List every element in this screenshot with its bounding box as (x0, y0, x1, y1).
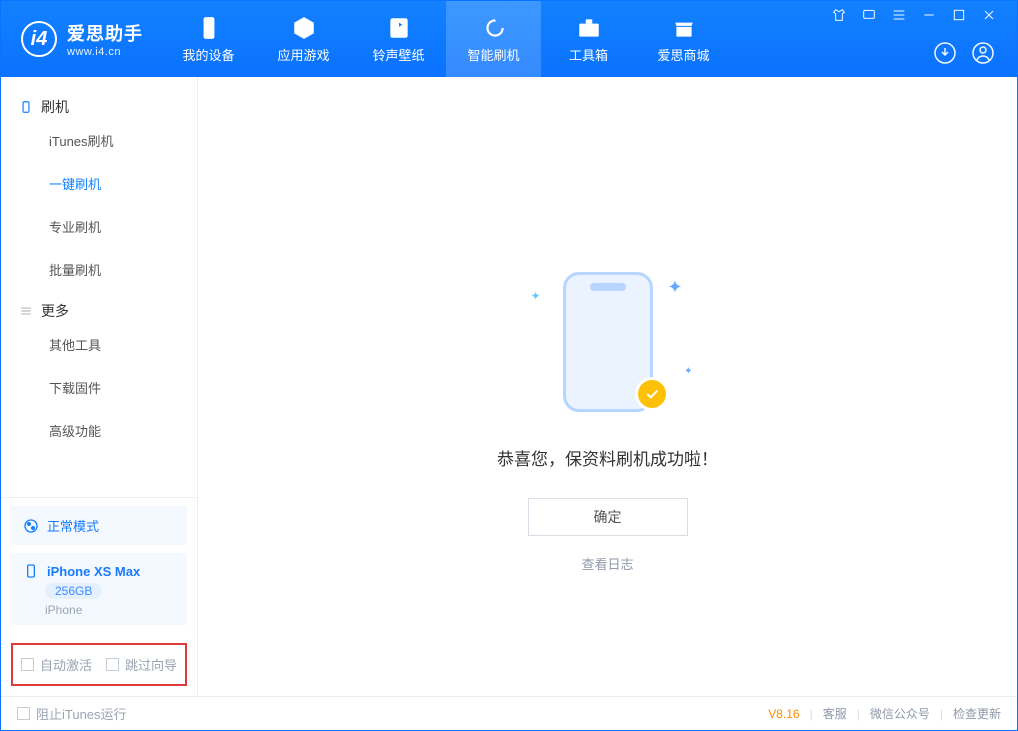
check-badge-icon (635, 377, 669, 411)
tab-flash[interactable]: 智能刷机 (446, 1, 541, 77)
feedback-icon[interactable] (861, 7, 877, 23)
toolbox-icon (576, 15, 602, 41)
maximize-icon[interactable] (951, 7, 967, 23)
sidebar-item-other-tools[interactable]: 其他工具 (1, 323, 197, 366)
body: 刷机 iTunes刷机 一键刷机 专业刷机 批量刷机 更多 其他工具 下载固件 … (1, 77, 1017, 696)
nav-tabs: 我的设备 应用游戏 铃声壁纸 智能刷机 工具箱 爱思商城 (161, 1, 731, 77)
tab-ringtones[interactable]: 铃声壁纸 (351, 1, 446, 77)
footer: 阻止iTunes运行 V8.16 | 客服 | 微信公众号 | 检查更新 (1, 696, 1017, 730)
user-icon[interactable] (971, 41, 995, 65)
minimize-icon[interactable] (921, 7, 937, 23)
sidebar-item-itunes-flash[interactable]: iTunes刷机 (1, 119, 197, 162)
group-title: 刷机 (41, 97, 69, 117)
device-icon (196, 15, 222, 41)
checkbox-label: 自动激活 (40, 655, 92, 674)
tab-apps[interactable]: 应用游戏 (256, 1, 351, 77)
tab-my-device[interactable]: 我的设备 (161, 1, 256, 77)
version-label: V8.16 (768, 707, 799, 721)
tab-label: 应用游戏 (277, 45, 329, 64)
sidebar-group-more: 更多 (1, 291, 197, 323)
list-icon (19, 304, 33, 318)
header-actions (933, 41, 1003, 69)
logo-icon: i4 (21, 21, 57, 57)
checkbox-icon (21, 658, 34, 671)
sparkle-icon: ✦ (531, 289, 541, 303)
sidebar-item-oneclick-flash[interactable]: 一键刷机 (1, 162, 197, 205)
group-title: 更多 (41, 301, 69, 321)
success-message: 恭喜您，保资料刷机成功啦！ (497, 445, 718, 470)
store-icon (671, 15, 697, 41)
logo-url: www.i4.cn (67, 46, 143, 58)
options-row: 自动激活 跳过向导 (11, 643, 187, 686)
footer-link-service[interactable]: 客服 (823, 705, 847, 722)
device-small-icon (23, 563, 39, 579)
view-log-link[interactable]: 查看日志 (581, 554, 633, 573)
tab-label: 铃声壁纸 (372, 45, 424, 64)
sparkle-icon: ✦ (667, 277, 682, 298)
sidebar-bottom: 正常模式 iPhone XS Max 256GB iPhone 自动激活 (1, 497, 197, 696)
device-card[interactable]: iPhone XS Max 256GB iPhone (11, 553, 187, 625)
checkbox-block-itunes[interactable]: 阻止iTunes运行 (17, 704, 127, 723)
close-icon[interactable] (981, 7, 997, 23)
tab-label: 智能刷机 (467, 45, 519, 64)
mode-card[interactable]: 正常模式 (11, 506, 187, 545)
refresh-icon (481, 15, 507, 41)
main-content: ✦ ✦ ✦ 恭喜您，保资料刷机成功啦！ 确定 查看日志 (198, 77, 1017, 696)
app-window: i4 爱思助手 www.i4.cn 我的设备 应用游戏 铃声壁纸 智能刷机 (0, 0, 1018, 731)
mode-icon (23, 518, 39, 534)
sidebar-item-download-firmware[interactable]: 下载固件 (1, 366, 197, 409)
tab-toolbox[interactable]: 工具箱 (541, 1, 636, 77)
music-icon (386, 15, 412, 41)
footer-link-update[interactable]: 检查更新 (953, 705, 1001, 722)
device-capacity: 256GB (45, 583, 102, 599)
tab-store[interactable]: 爱思商城 (636, 1, 731, 77)
checkbox-label: 阻止iTunes运行 (36, 704, 127, 723)
checkbox-auto-activate[interactable]: 自动激活 (21, 655, 92, 674)
tab-label: 工具箱 (569, 45, 608, 64)
sidebar-item-pro-flash[interactable]: 专业刷机 (1, 205, 197, 248)
logo: i4 爱思助手 www.i4.cn (1, 1, 161, 77)
success-illustration: ✦ ✦ ✦ (523, 267, 693, 417)
sidebar-group-flash: 刷机 (1, 87, 197, 119)
shirt-icon[interactable] (831, 7, 847, 23)
sidebar-item-advanced[interactable]: 高级功能 (1, 409, 197, 452)
phone-icon (19, 100, 33, 114)
checkbox-icon (106, 658, 119, 671)
header: i4 爱思助手 www.i4.cn 我的设备 应用游戏 铃声壁纸 智能刷机 (1, 1, 1017, 77)
footer-link-wechat[interactable]: 微信公众号 (870, 705, 930, 722)
sidebar-item-batch-flash[interactable]: 批量刷机 (1, 248, 197, 291)
logo-title: 爱思助手 (67, 20, 143, 46)
tab-label: 爱思商城 (657, 45, 709, 64)
download-icon[interactable] (933, 41, 957, 65)
device-name: iPhone XS Max (47, 564, 140, 579)
window-controls (831, 7, 1003, 23)
device-type: iPhone (45, 603, 82, 617)
sparkle-icon: ✦ (684, 366, 692, 377)
checkbox-skip-guide[interactable]: 跳过向导 (106, 655, 177, 674)
menu-icon[interactable] (891, 7, 907, 23)
cube-icon (291, 15, 317, 41)
mode-label: 正常模式 (47, 516, 99, 535)
sidebar: 刷机 iTunes刷机 一键刷机 专业刷机 批量刷机 更多 其他工具 下载固件 … (1, 77, 198, 696)
ok-button[interactable]: 确定 (528, 498, 688, 536)
tab-label: 我的设备 (182, 45, 234, 64)
checkbox-icon (17, 707, 30, 720)
checkbox-label: 跳过向导 (125, 655, 177, 674)
